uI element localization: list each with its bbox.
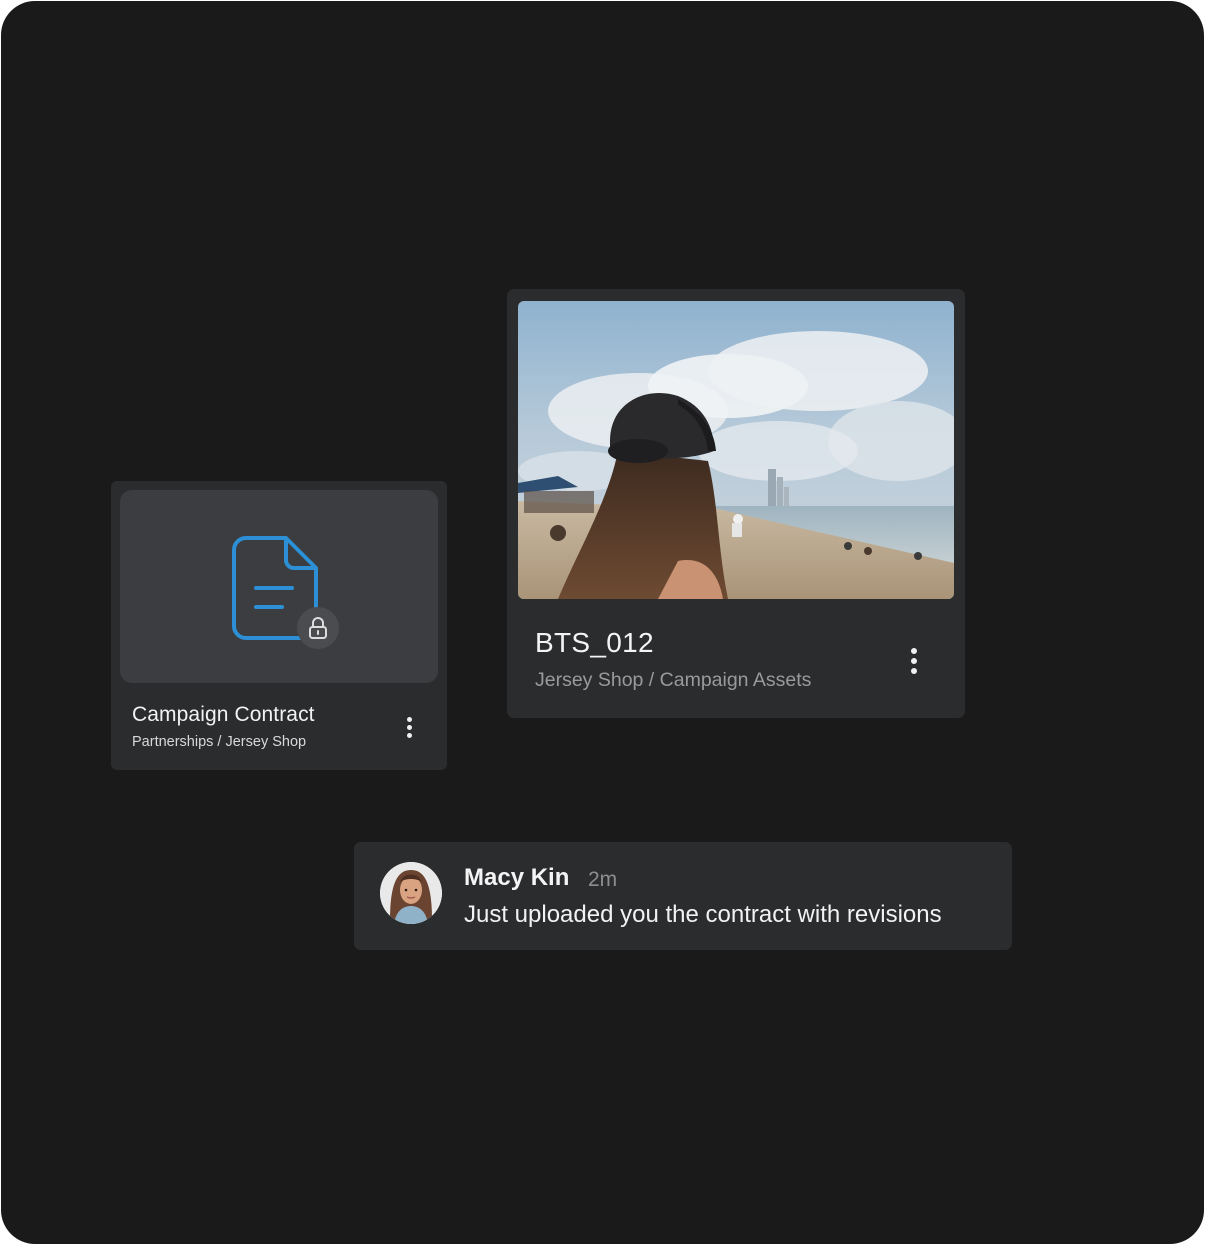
file-card-campaign-contract[interactable]: Campaign Contract Partnerships / Jersey … <box>111 481 447 770</box>
file-path: Partnerships / Jersey Shop <box>132 734 307 750</box>
beach-photo <box>518 301 954 599</box>
canvas: Campaign Contract Partnerships / Jersey … <box>1 1 1204 1244</box>
more-options-icon[interactable] <box>910 648 918 674</box>
file-title: Campaign Contract <box>132 703 315 726</box>
lock-icon <box>309 617 327 639</box>
file-preview <box>120 490 438 683</box>
file-path: Jersey Shop / Campaign Assets <box>535 669 812 691</box>
avatar <box>380 862 442 924</box>
message-author: Macy Kin <box>464 864 570 891</box>
lock-badge <box>297 607 339 649</box>
file-title: BTS_012 <box>535 627 654 658</box>
message-notification[interactable]: Macy Kin 2m Just uploaded you the contra… <box>354 842 1012 950</box>
message-timestamp: 2m <box>588 868 618 891</box>
more-options-icon[interactable] <box>405 717 413 738</box>
message-text: Just uploaded you the contract with revi… <box>464 901 942 928</box>
file-card-bts-012[interactable]: BTS_012 Jersey Shop / Campaign Assets <box>507 289 965 718</box>
